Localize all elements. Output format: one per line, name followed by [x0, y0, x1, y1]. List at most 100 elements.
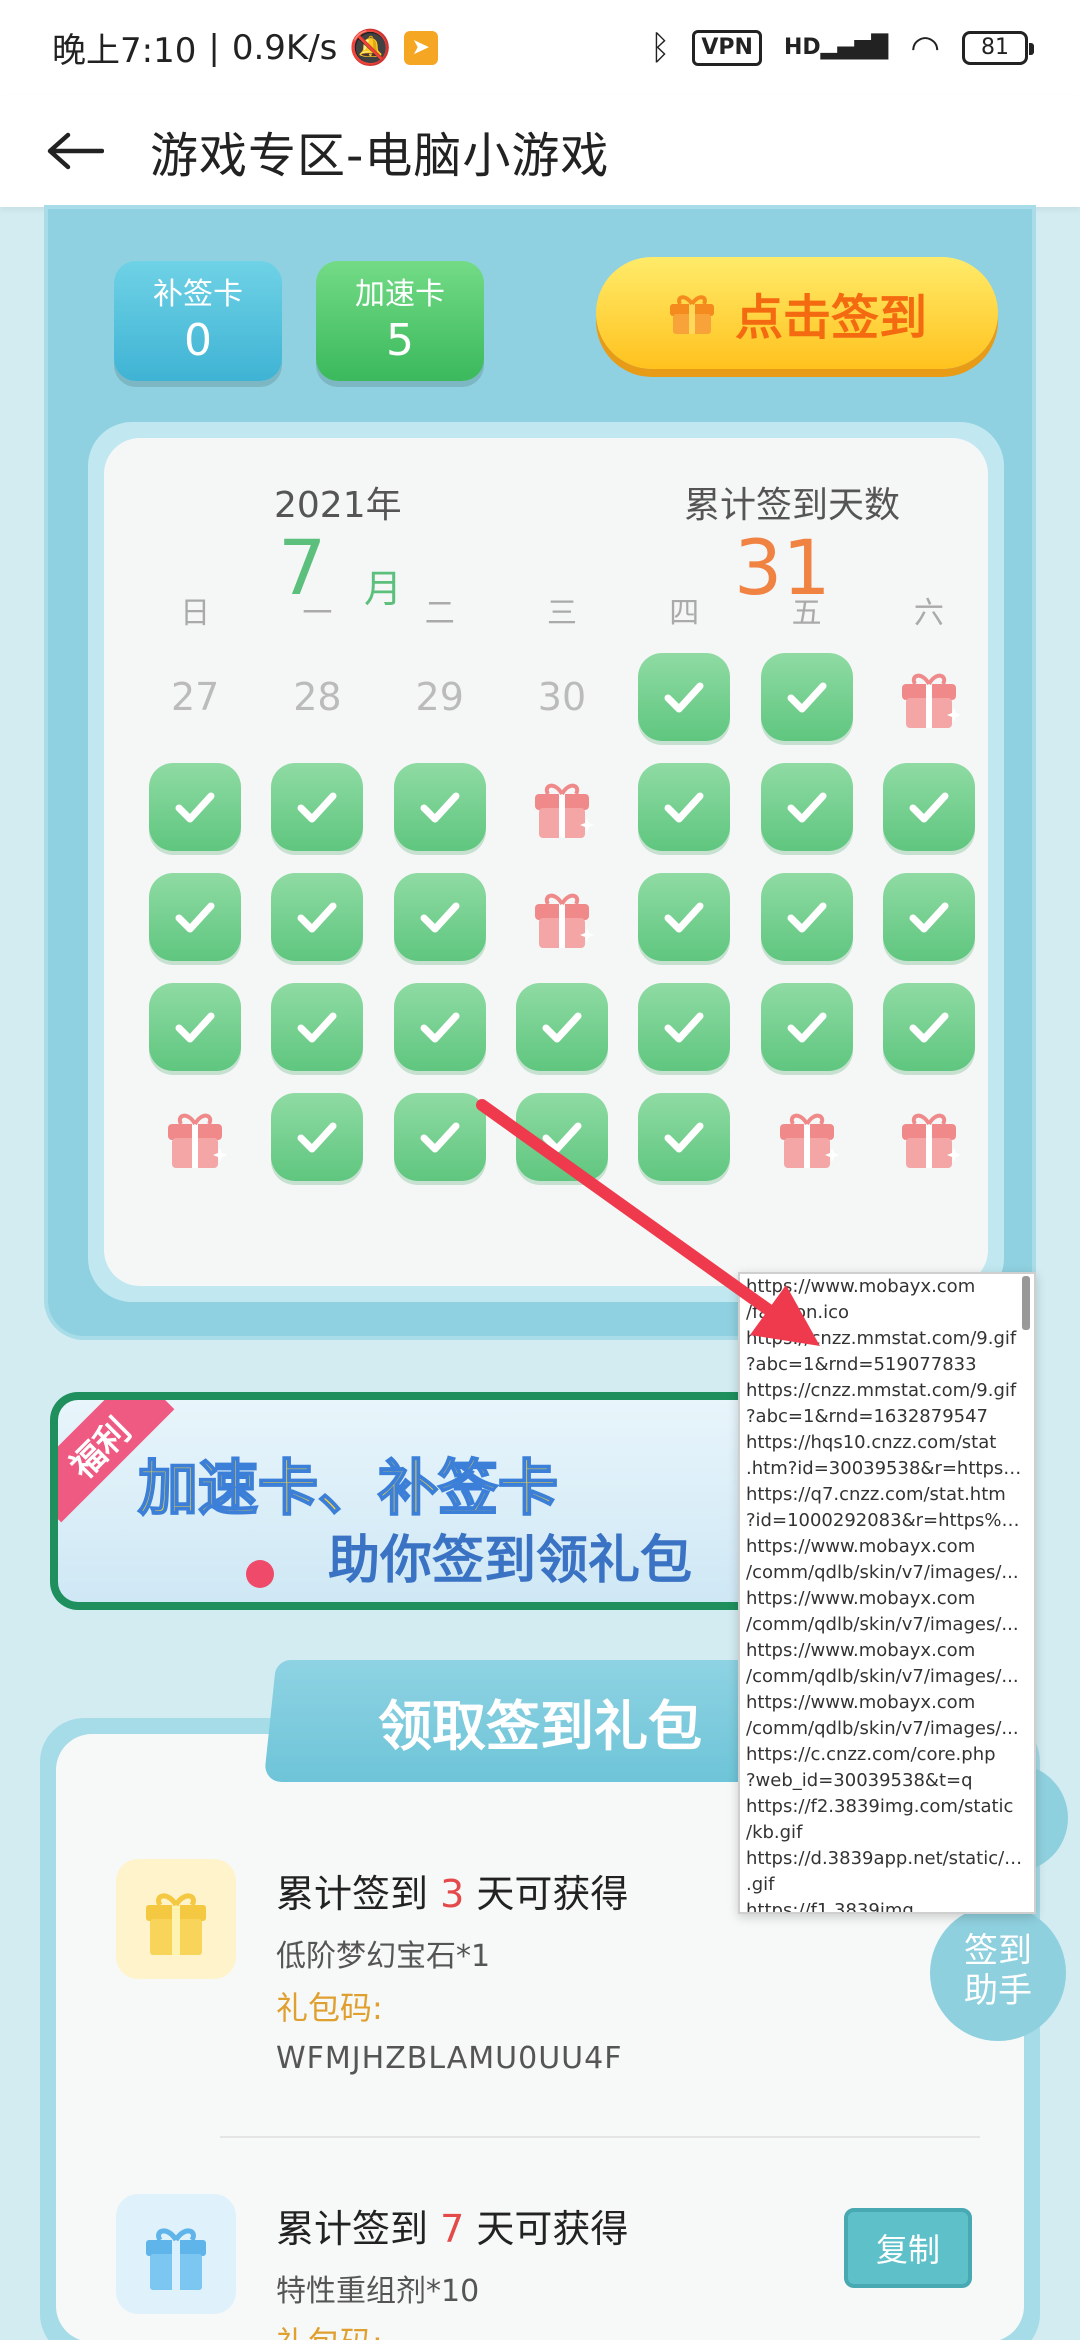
signed-check-icon — [393, 983, 486, 1071]
battery-icon: 81 — [962, 30, 1034, 65]
weekday-label: 二 — [424, 596, 455, 631]
gift-box-icon — [116, 2194, 236, 2314]
total-days-label: 累计签到天数 — [684, 485, 901, 526]
url-list-item[interactable]: https://cnzz.mmstat.com/9.gif ?abc=1&rnd=… — [740, 1326, 1034, 1378]
calendar-day: 29 — [415, 675, 464, 719]
url-list-item[interactable]: https://q7.cnzz.com/stat.htm ?id=10002920… — [740, 1482, 1034, 1534]
decor-dot — [246, 1560, 274, 1588]
signed-check-icon — [882, 983, 975, 1071]
copy-button[interactable]: 复制 — [844, 2208, 972, 2288]
signed-check-icon — [638, 1093, 731, 1181]
gift-day-icon — [883, 1093, 975, 1181]
calendar-day: 27 — [170, 675, 220, 719]
gift-day-icon — [516, 873, 608, 961]
calendar-day: 30 — [537, 675, 587, 719]
signed-check-icon — [638, 873, 731, 961]
reward-item-name: 特性重组剂*10 — [276, 2274, 480, 2309]
reward-item: 累计签到 7 天可获得 特性重组剂*10 礼包码: 复制 — [116, 2194, 996, 2340]
makeup-card[interactable]: 补签卡 0 — [114, 261, 282, 381]
calendar-year: 2021年 — [274, 485, 402, 526]
gift-code-label: 礼包码: — [276, 1989, 383, 2027]
weekday-label: 六 — [913, 596, 944, 631]
signed-check-icon — [760, 763, 853, 851]
url-list-item[interactable]: https://hqs10.cnzz.com/stat .htm?id=30039… — [740, 1430, 1034, 1482]
reward-title: 累计签到 3 天可获得 — [276, 1872, 629, 1916]
url-list-item[interactable]: https://f1.3839img... — [740, 1898, 1034, 1912]
sign-in-button[interactable]: 点击签到 — [596, 257, 998, 369]
speed-card-count: 5 — [386, 315, 414, 366]
gift-code: WFMJHZBLAMU0UU4F — [276, 2041, 623, 2076]
url-list-item[interactable]: https://www.mobayx.com/favicon.ico — [740, 1274, 1034, 1326]
app-header: 游戏专区-电脑小游戏 — [0, 95, 1080, 207]
signed-check-icon — [149, 873, 242, 961]
weekday-label: 一 — [302, 596, 333, 631]
speed-card[interactable]: 加速卡 5 — [316, 261, 484, 381]
signed-check-icon — [638, 763, 731, 851]
reward-item-name: 低阶梦幻宝石*1 — [276, 1939, 491, 1974]
mute-bell-icon: 🔕 — [349, 27, 392, 68]
signed-check-icon — [271, 763, 364, 851]
sign-in-label: 点击签到 — [734, 290, 927, 346]
url-list-item[interactable]: https://cnzz.mmstat.com/9.gif ?abc=1&rnd=… — [740, 1378, 1034, 1430]
gift-section-title: 领取签到礼包 — [263, 1660, 817, 1782]
url-popup-list[interactable]: https://www.mobayx.com/favicon.ico https:… — [738, 1272, 1036, 1914]
url-list-item[interactable]: https://d.3839app.net/static/kb .gif — [740, 1846, 1034, 1898]
wifi-icon: ◠ — [910, 27, 940, 68]
signed-check-icon — [393, 763, 486, 851]
gift-day-icon — [883, 653, 975, 741]
gift-code-label: 礼包码: — [276, 2318, 383, 2340]
banner-headline: 加速卡、补签卡 — [137, 1453, 559, 1525]
status-bar: 晚上7:10 | 0.9K/s 🔕 ➤ ᛒ VPN HD▂▄▆█ ◠ 81 — [0, 0, 1080, 95]
status-time: 晚上7:10 — [52, 31, 197, 71]
page-title: 游戏专区-电脑小游戏 — [150, 128, 610, 184]
gift-icon — [669, 295, 714, 334]
sign-helper-button[interactable]: 签到 助手 — [930, 1905, 1066, 2041]
url-list-item[interactable]: https://www.mobayx.com/comm/qdlb/skin/v7… — [740, 1638, 1034, 1690]
back-arrow-icon[interactable] — [0, 95, 150, 207]
url-list-item[interactable]: https://www.mobayx.com/comm/qdlb/skin/v7… — [740, 1586, 1034, 1638]
weekday-label: 日 — [180, 596, 211, 631]
reward-title: 累计签到 7 天可获得 — [276, 2207, 629, 2251]
banner-subline: 助你签到领礼包 — [328, 1531, 693, 1591]
signed-check-icon — [638, 653, 731, 741]
gift-day-icon — [761, 1093, 853, 1181]
weekday-label: 三 — [546, 596, 577, 631]
signed-check-icon — [149, 983, 242, 1071]
url-list-item[interactable]: https://www.mobayx.com/comm/qdlb/skin/v7… — [740, 1534, 1034, 1586]
gift-day-icon — [516, 763, 608, 851]
gift-box-icon — [116, 1859, 236, 1979]
app-notification-icon: ➤ — [403, 30, 438, 65]
url-list-item[interactable]: https://www.mobayx.com/comm/qdlb/skin/v7… — [740, 1690, 1034, 1742]
makeup-card-label: 补签卡 — [153, 277, 243, 312]
url-list-item[interactable]: https://c.cnzz.com/core.php ?web_id=30039… — [740, 1742, 1034, 1794]
popup-scrollbar[interactable] — [1022, 1276, 1030, 1330]
divider — [220, 2136, 980, 2138]
network-speed: 0.9K/s — [231, 27, 338, 68]
promo-banner[interactable]: 福利 加速卡、补签卡 助你签到领礼包 — [50, 1392, 770, 1610]
signed-check-icon — [760, 873, 853, 961]
signed-check-icon — [271, 1093, 364, 1181]
calendar-days-grid: 27 28 29 30 — [134, 642, 990, 1192]
signed-check-icon — [149, 763, 242, 851]
calendar-day: 28 — [293, 675, 342, 719]
signed-check-icon — [271, 983, 364, 1071]
url-list-item[interactable]: https://f2.3839img.com/static/kb.gif — [740, 1794, 1034, 1846]
signed-check-icon — [882, 873, 975, 961]
signed-check-icon — [882, 763, 975, 851]
signed-check-icon — [515, 1093, 608, 1181]
weekday-label: 四 — [669, 596, 700, 631]
speed-card-label: 加速卡 — [355, 277, 445, 312]
signed-check-icon — [760, 653, 853, 741]
weekday-header: 日 一 二 三 四 五 六 — [134, 588, 990, 632]
signed-check-icon — [638, 983, 731, 1071]
vpn-icon: VPN — [692, 29, 762, 66]
weekday-label: 五 — [791, 596, 822, 631]
signed-check-icon — [393, 1093, 486, 1181]
signed-check-icon — [393, 873, 486, 961]
makeup-card-count: 0 — [184, 315, 212, 366]
signal-icon: HD▂▄▆█ — [783, 35, 889, 60]
calendar: 2021年 7 月 累计签到天数 31 日 一 二 三 四 五 六 27 28 29… — [88, 422, 1004, 1302]
sign-in-panel: 补签卡 0 加速卡 5 点击签到 2021年 7 月 累计签到天数 31 日 一… — [44, 205, 1036, 1340]
signed-check-icon — [760, 983, 853, 1071]
gift-day-icon — [149, 1093, 241, 1181]
